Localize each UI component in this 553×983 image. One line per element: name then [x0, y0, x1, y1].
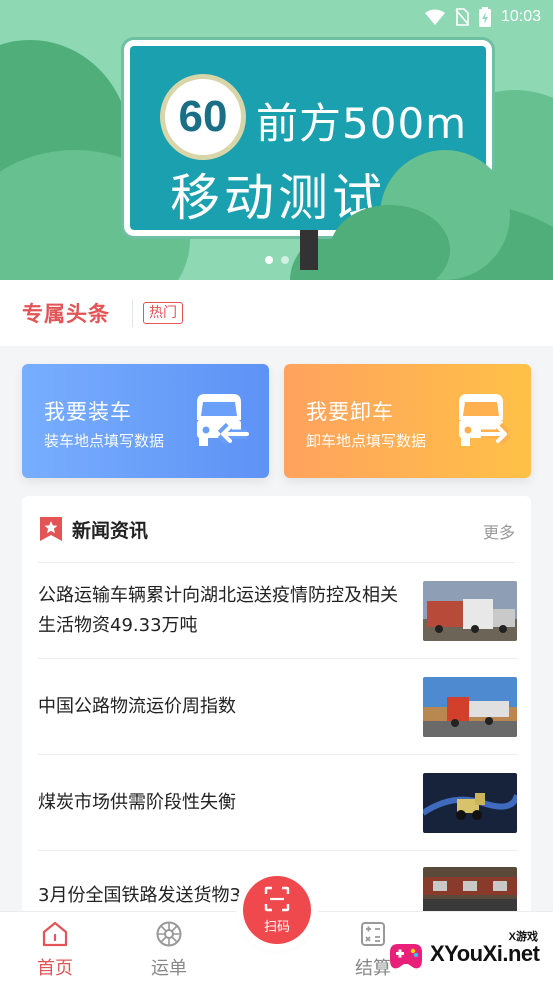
status-time: 10:03 — [500, 8, 541, 25]
load-title: 我要装车 — [44, 400, 132, 424]
home-icon — [42, 921, 68, 947]
news-list-item[interactable]: 公路运输车辆累计向湖北运送疫情防控及相关生活物资49.33万吨 — [38, 563, 517, 659]
scan-label: 扫码 — [263, 920, 290, 935]
hot-badge: 热门 — [143, 302, 183, 324]
exclusive-headline-bar[interactable]: 专属头条 热门 — [0, 280, 553, 346]
site-watermark: X游戏 XYouXi.net — [384, 928, 550, 980]
truck-unload-icon — [459, 394, 511, 446]
news-item-title: 煤炭市场供需阶段性失衡 — [38, 792, 236, 813]
headline-title: 专属头条 — [22, 302, 110, 326]
battery-charging-icon — [478, 7, 491, 27]
banner-dot-active[interactable] — [264, 256, 273, 264]
divider — [132, 299, 133, 327]
nav-waybill[interactable]: 运单 — [114, 912, 224, 983]
news-thumbnail — [423, 773, 517, 833]
news-item-title: 公路运输车辆累计向湖北运送疫情防控及相关生活物资49.33万吨 — [38, 585, 398, 636]
calculator-icon — [361, 922, 385, 946]
news-section-title: 新闻资讯 — [72, 519, 149, 542]
scan-icon — [264, 886, 290, 912]
truck-load-icon — [197, 394, 249, 446]
news-more-link[interactable]: 更多 — [483, 519, 515, 543]
news-panel: 新闻资讯 更多 公路运输车辆累计向湖北运送疫情防控及相关生活物资49.33万吨 … — [22, 496, 531, 926]
no-sim-icon — [455, 8, 469, 26]
news-list-item[interactable]: 中国公路物流运价周指数 — [38, 659, 517, 755]
sign-distance-text: 前方500m — [256, 99, 468, 148]
news-item-title: 3月份全国铁路发送货物3 — [38, 885, 241, 906]
banner-pagination — [0, 256, 553, 264]
unload-truck-button[interactable]: 我要卸车 卸车地点填写数据 — [284, 364, 531, 478]
news-header: 新闻资讯 — [22, 496, 531, 562]
news-list-item[interactable]: 煤炭市场供需阶段性失衡 — [38, 755, 517, 851]
sign-post — [300, 230, 318, 270]
speed-limit-sign: 60 — [160, 74, 246, 160]
wifi-icon — [424, 9, 445, 25]
news-thumbnail — [423, 581, 517, 641]
status-bar: 10:03 — [0, 0, 553, 34]
promo-banner[interactable]: 60 前方500m 移动测试 10:03 — [0, 0, 553, 280]
gamepad-logo-icon — [390, 944, 422, 969]
nav-label: 首页 — [37, 958, 73, 979]
news-item-title: 中国公路物流运价周指数 — [38, 696, 236, 717]
watermark-site-name: XYouXi.net — [430, 941, 540, 966]
star-bookmark-icon — [40, 517, 62, 541]
banner-dot[interactable] — [280, 256, 289, 264]
waybill-icon — [156, 921, 182, 947]
load-truck-button[interactable]: 我要装车 装车地点填写数据 — [22, 364, 269, 478]
news-thumbnail — [423, 677, 517, 737]
nav-label: 运单 — [151, 958, 187, 979]
unload-subtitle: 卸车地点填写数据 — [306, 432, 427, 450]
scan-button[interactable]: 扫码 — [243, 876, 311, 944]
load-subtitle: 装车地点填写数据 — [44, 432, 165, 450]
nav-home[interactable]: 首页 — [0, 912, 110, 983]
unload-title: 我要卸车 — [306, 400, 394, 424]
